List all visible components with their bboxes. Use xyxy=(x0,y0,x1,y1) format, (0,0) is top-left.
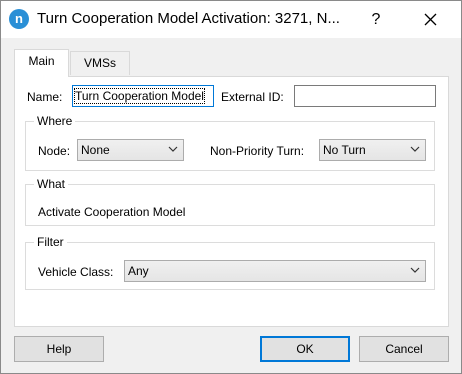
tab-vmss[interactable]: VMSs xyxy=(70,51,130,75)
filter-group-title: Filter xyxy=(34,235,67,249)
name-label: Name: xyxy=(27,90,63,104)
where-group-title: Where xyxy=(34,114,76,128)
cancel-button[interactable]: Cancel xyxy=(359,336,449,362)
chevron-down-icon xyxy=(410,267,420,273)
what-text: Activate Cooperation Model xyxy=(38,205,186,219)
main-tab-panel: Name: Turn Cooperation Model External ID… xyxy=(14,76,449,327)
external-id-field[interactable] xyxy=(294,85,436,107)
vehicle-class-select[interactable]: Any xyxy=(124,260,426,282)
title-bar[interactable]: n Turn Cooperation Model Activation: 327… xyxy=(1,1,461,38)
what-group: What Activate Cooperation Model xyxy=(25,177,435,226)
vehicle-class-value: Any xyxy=(128,264,149,278)
non-priority-turn-select[interactable]: No Turn xyxy=(319,139,426,161)
tab-main[interactable]: Main xyxy=(14,49,69,77)
name-field-value: Turn Cooperation Model xyxy=(74,88,205,104)
where-group: Where Node: None Non-Priority Turn: No T… xyxy=(25,114,435,171)
non-priority-turn-label: Non-Priority Turn: xyxy=(210,144,305,158)
node-select[interactable]: None xyxy=(77,139,184,161)
ok-button[interactable]: OK xyxy=(260,336,350,362)
node-select-value: None xyxy=(81,143,110,157)
dialog-window: n Turn Cooperation Model Activation: 327… xyxy=(0,0,462,374)
non-priority-turn-value: No Turn xyxy=(323,143,366,157)
vehicle-class-label: Vehicle Class: xyxy=(38,265,114,279)
help-icon[interactable]: ? xyxy=(361,1,391,38)
help-button[interactable]: Help xyxy=(14,336,104,362)
chevron-down-icon xyxy=(168,146,178,152)
what-group-title: What xyxy=(34,177,69,191)
chevron-down-icon xyxy=(410,146,420,152)
filter-group: Filter Vehicle Class: Any xyxy=(25,235,435,290)
app-logo-icon: n xyxy=(9,9,29,29)
node-label: Node: xyxy=(38,144,71,158)
window-title: Turn Cooperation Model Activation: 3271,… xyxy=(37,10,340,27)
name-field[interactable]: Turn Cooperation Model xyxy=(72,85,214,107)
close-icon xyxy=(424,13,437,26)
close-button[interactable] xyxy=(411,1,451,38)
external-id-label: External ID: xyxy=(221,90,284,104)
